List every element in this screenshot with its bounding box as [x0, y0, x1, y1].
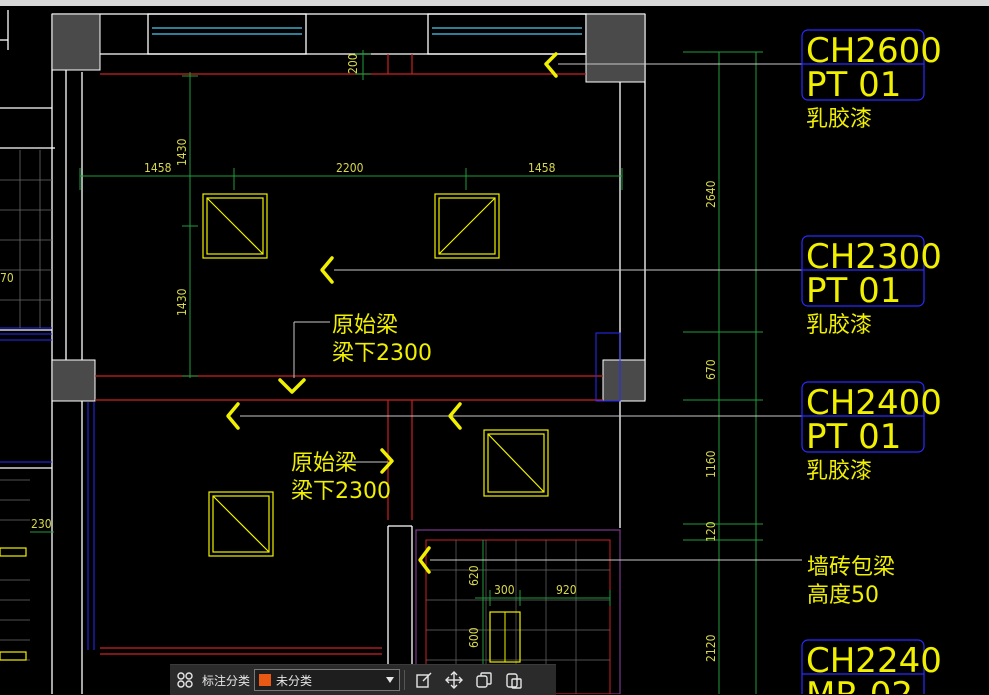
tag-3[interactable]: CH2400 PT 01 乳胶漆 — [801, 381, 942, 484]
category-value: 未分类 — [276, 673, 313, 688]
chevron-down-icon — [385, 673, 395, 687]
tag-1[interactable]: CH2600 PT 01 乳胶漆 — [801, 29, 942, 132]
dim-h-mid: 2200 — [336, 161, 364, 175]
category-select[interactable]: 未分类 — [254, 669, 401, 691]
left-tile-area — [0, 150, 52, 661]
dim-tile-300: 300 — [494, 583, 515, 597]
tag-2[interactable]: CH2300 PT 01 乳胶漆 — [801, 235, 942, 338]
grid-icon[interactable] — [170, 665, 200, 695]
dimension-lines — [30, 50, 763, 694]
copy-icon[interactable] — [469, 665, 499, 695]
tag-1-code: PT 01 — [806, 65, 901, 105]
window-slots — [152, 27, 582, 35]
tag-4-code: MR 02 — [806, 675, 913, 694]
cad-canvas[interactable]: 200 1458 2200 1458 1430 1430 230 70 300 … — [0, 0, 989, 694]
tag-2-material: 乳胶漆 — [806, 313, 872, 338]
tag-3-material: 乳胶漆 — [806, 459, 872, 484]
beam-note-1-line2: 梁下2300 — [332, 341, 432, 366]
dim-v-lower: 1430 — [175, 288, 189, 316]
wrap-note-line2: 高度50 — [807, 583, 879, 608]
dim-v-upper: 1430 — [175, 138, 189, 166]
beam-note-2-line1: 原始梁 — [291, 451, 357, 476]
dim-r-670: 670 — [704, 359, 718, 380]
edit-icon[interactable] — [409, 665, 439, 695]
wrap-note-line1: 墙砖包梁 — [807, 555, 895, 580]
move-icon[interactable] — [439, 665, 469, 695]
dim-h-left: 1458 — [144, 161, 172, 175]
left-fixtures — [0, 547, 27, 661]
category-label: 标注分类 — [202, 673, 251, 688]
category-swatch — [259, 674, 272, 686]
tag-1-material: 乳胶漆 — [806, 107, 872, 132]
tag-3-code: PT 01 — [806, 417, 901, 457]
walls — [0, 10, 646, 694]
paste-icon[interactable] — [499, 665, 529, 695]
tag-2-code: PT 01 — [806, 271, 901, 311]
dim-tile-920: 920 — [556, 583, 577, 597]
dim-h-right: 1458 — [528, 161, 556, 175]
dim-top-offset: 200 — [346, 53, 360, 74]
dim-r-1160: 1160 — [704, 450, 718, 478]
dim-left-wall: 230 — [31, 517, 52, 531]
dim-left-edge: 70 — [0, 271, 14, 285]
beam-note-1-line1: 原始梁 — [332, 313, 398, 338]
dim-r-2640: 2640 — [704, 180, 718, 208]
annotation-toolbar: 标注分类 未分类 — [170, 664, 556, 695]
dim-tile-620: 620 — [467, 565, 481, 586]
dim-r-2120: 2120 — [704, 634, 718, 662]
tag-4[interactable]: CH2240 MR 02 — [801, 639, 942, 694]
beam-note-2-line2: 梁下2300 — [291, 479, 391, 504]
dim-tile-600: 600 — [467, 627, 481, 648]
toolbar-divider — [404, 670, 406, 690]
dim-r-120: 120 — [704, 521, 718, 542]
